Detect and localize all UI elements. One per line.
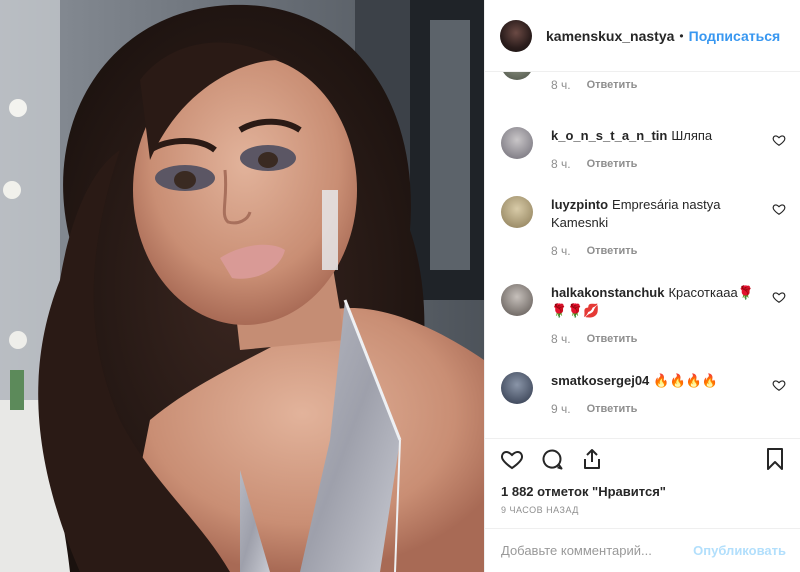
- reply-button[interactable]: Ответить: [587, 155, 638, 173]
- comment-item: smatkosergej04 🔥🔥🔥🔥 9 ч. Ответить: [501, 372, 786, 418]
- commenter-avatar[interactable]: [501, 372, 533, 404]
- reply-button[interactable]: Ответить: [587, 76, 638, 94]
- comment-time: 8 ч.: [551, 244, 571, 258]
- comment-username[interactable]: luyzpinto: [551, 197, 608, 212]
- comment-item: 8 ч. Ответить: [501, 72, 786, 94]
- comment-username[interactable]: k_o_n_s_t_a_n_tin: [551, 128, 667, 143]
- publish-button[interactable]: Опубликовать: [693, 543, 786, 558]
- commenter-avatar[interactable]: [501, 127, 533, 159]
- post-timestamp[interactable]: 9 часов назад: [485, 499, 800, 515]
- comment-time: 8 ч.: [551, 157, 571, 171]
- post-photo[interactable]: [0, 0, 484, 572]
- comment-text: Шляпа: [671, 128, 713, 143]
- reply-button[interactable]: Ответить: [587, 242, 638, 260]
- post-header: kamenskux_nastya • Подписаться: [485, 0, 800, 72]
- comments-list[interactable]: 8 ч. Ответить k_o_n_s_t_a_n_tin Шляпа 8 ч…: [485, 72, 800, 438]
- instagram-post: kamenskux_nastya • Подписаться 8 ч. Отве…: [0, 0, 800, 572]
- comment-icon[interactable]: [539, 446, 565, 472]
- comment-input[interactable]: [501, 543, 694, 558]
- post-sidebar: kamenskux_nastya • Подписаться 8 ч. Отве…: [484, 0, 800, 572]
- comment-username[interactable]: smatkosergej04: [551, 373, 649, 388]
- reply-button[interactable]: Ответить: [587, 400, 638, 418]
- post-actions: [485, 438, 800, 478]
- selfie-image: [0, 0, 484, 572]
- author-avatar[interactable]: [500, 19, 532, 52]
- comment-time: 9 ч.: [551, 402, 571, 416]
- likes-count[interactable]: 1 882 отметок "Нравится": [485, 478, 800, 499]
- bookmark-icon[interactable]: [762, 446, 788, 472]
- heart-icon[interactable]: [499, 446, 525, 472]
- comment-time: 8 ч.: [551, 332, 571, 346]
- commenter-avatar[interactable]: [501, 72, 533, 80]
- comment-text: 🔥🔥🔥🔥: [653, 373, 719, 388]
- follow-button[interactable]: Подписаться: [689, 28, 781, 44]
- comment-username[interactable]: halkakonstanchuk: [551, 285, 664, 300]
- like-comment-heart-icon[interactable]: [772, 202, 786, 216]
- author-username[interactable]: kamenskux_nastya: [546, 28, 674, 44]
- like-comment-heart-icon[interactable]: [772, 133, 786, 147]
- comment-item: halkakonstanchuk Красоткааа🌹🌹🌹💋 8 ч. Отве…: [501, 284, 786, 348]
- like-comment-heart-icon[interactable]: [772, 290, 786, 304]
- comment-item: k_o_n_s_t_a_n_tin Шляпа 8 ч. Ответить: [501, 127, 786, 173]
- comment-item: luyzpinto Empresária nastya Kamesnki 8 ч.…: [501, 196, 786, 260]
- commenter-avatar[interactable]: [501, 284, 533, 316]
- reply-button[interactable]: Ответить: [587, 330, 638, 348]
- share-icon[interactable]: [579, 446, 605, 472]
- commenter-avatar[interactable]: [501, 196, 533, 228]
- header-separator: •: [679, 28, 684, 43]
- add-comment-section: Опубликовать: [485, 528, 800, 572]
- like-comment-heart-icon[interactable]: [772, 378, 786, 392]
- comment-time: 8 ч.: [551, 78, 571, 92]
